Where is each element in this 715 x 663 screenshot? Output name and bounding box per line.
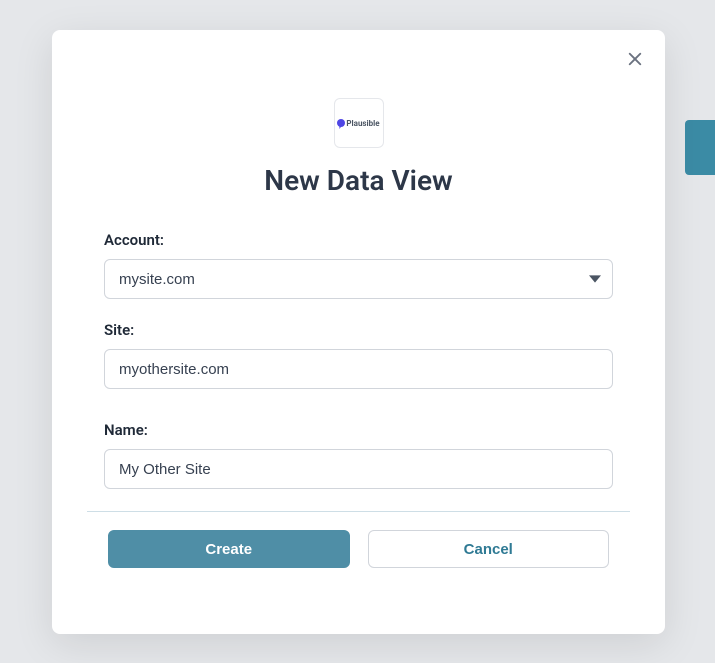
plausible-icon [337, 119, 345, 127]
name-field: Name: [104, 421, 613, 489]
create-button[interactable]: Create [108, 530, 350, 568]
cancel-button[interactable]: Cancel [368, 530, 610, 568]
name-label: Name: [104, 421, 613, 439]
modal-title: New Data View [72, 164, 645, 197]
account-label: Account: [104, 231, 613, 249]
background-accent [685, 120, 715, 175]
logo-text: Plausible [346, 119, 379, 128]
button-row: Create Cancel [104, 530, 613, 568]
account-select[interactable]: mysite.com [104, 259, 613, 299]
site-input[interactable] [104, 349, 613, 389]
provider-logo: Plausible [334, 98, 384, 148]
name-input[interactable] [104, 449, 613, 489]
site-label: Site: [104, 321, 613, 339]
new-data-view-modal: Plausible New Data View Account: mysite.… [52, 30, 665, 634]
divider [87, 511, 630, 512]
form: Account: mysite.com Site: Name: Create C… [72, 231, 645, 568]
site-field: Site: [104, 321, 613, 389]
close-icon [626, 50, 644, 71]
account-field: Account: mysite.com [104, 231, 613, 299]
close-button[interactable] [621, 46, 649, 74]
